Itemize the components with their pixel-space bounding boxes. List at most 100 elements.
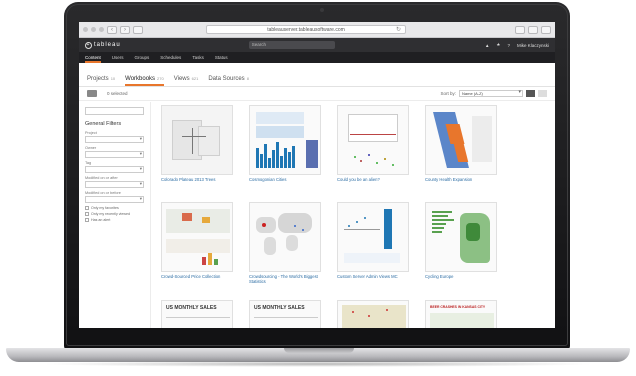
filter-modified-after: Modified on or after bbox=[85, 176, 144, 188]
alerts-icon[interactable]: ▲ bbox=[485, 43, 489, 48]
filter-label: Modified on or before bbox=[85, 191, 121, 195]
workbook-title[interactable]: Cycling Europe bbox=[425, 274, 497, 279]
header-actions: ▲ ★ ? Mike Klaczynski bbox=[485, 42, 549, 48]
alert-checkbox[interactable]: Has an alert bbox=[85, 218, 144, 222]
app-header: + tableau Search ▲ ★ ? Mike Klaczynski bbox=[79, 38, 555, 52]
workbook-card[interactable]: Crowd-Sourced Price Collection bbox=[161, 202, 233, 279]
workbook-title[interactable]: Colorado Plateau 2013 Trees bbox=[161, 177, 233, 182]
workbook-grid: Colorado Plateau 2013 Trees Cosmogonian … bbox=[151, 102, 555, 328]
tab-label: Data Sources bbox=[208, 76, 245, 82]
workbook-title[interactable]: County Health Expansion bbox=[425, 177, 497, 182]
tabs-icon[interactable] bbox=[528, 25, 538, 34]
grid-view-button[interactable] bbox=[526, 90, 535, 97]
workbook-thumbnail[interactable] bbox=[249, 105, 321, 175]
user-menu[interactable]: Mike Klaczynski bbox=[517, 43, 549, 48]
workbook-title[interactable]: Custom Server Admin Views MC bbox=[337, 274, 409, 279]
favorites-checkbox[interactable]: Only my favorites bbox=[85, 206, 144, 210]
filter-label: Modified on or after bbox=[85, 176, 118, 180]
workbook-card[interactable]: Custom Server Admin Views MC bbox=[337, 202, 409, 279]
workbook-card[interactable]: US MONTHLY SALES bbox=[249, 300, 321, 328]
workbook-card[interactable]: BEER CRASHES IN KANSAS CITY bbox=[425, 300, 497, 328]
tab-count: 621 bbox=[191, 76, 199, 81]
tab-data-sources[interactable]: Data Sources 8 bbox=[208, 76, 249, 86]
select-all-checkbox[interactable] bbox=[87, 90, 97, 97]
checkbox-box[interactable] bbox=[85, 206, 89, 210]
settings-icon[interactable] bbox=[541, 25, 551, 34]
workbook-card[interactable]: Could you be an alien? bbox=[337, 105, 409, 182]
help-icon[interactable]: ? bbox=[507, 43, 510, 48]
workbook-thumbnail[interactable] bbox=[161, 105, 233, 175]
tab-label: Workbooks bbox=[125, 76, 156, 82]
filters-title: General Filters bbox=[85, 121, 122, 127]
laptop-scene: ‹ › tableauserver.tableausoftware.com ↻ … bbox=[0, 0, 636, 376]
address-bar[interactable]: tableauserver.tableausoftware.com ↻ bbox=[206, 25, 406, 34]
workbook-title[interactable]: Cosmogonian Cities bbox=[249, 177, 321, 182]
filter-tag: Tag bbox=[85, 161, 144, 173]
tab-count: 8 bbox=[246, 76, 249, 81]
tableau-logo[interactable]: + tableau bbox=[85, 41, 121, 49]
tab-workbooks[interactable]: Workbooks 270 bbox=[125, 76, 164, 86]
nav-tab-users[interactable]: Users bbox=[112, 55, 124, 63]
thumbnail-heading: BEER CRASHES IN KANSAS CITY bbox=[430, 305, 486, 309]
workbook-card[interactable]: Cycling Europe bbox=[425, 202, 497, 279]
workbook-thumbnail[interactable] bbox=[425, 202, 497, 272]
tab-count: 10 bbox=[110, 76, 116, 81]
workbook-title[interactable]: Could you be an alien? bbox=[337, 177, 409, 182]
share-icon[interactable] bbox=[515, 25, 525, 34]
laptop-notch bbox=[284, 348, 354, 353]
workbook-title[interactable]: Crowdsourcing - The World's Biggest Stat… bbox=[249, 274, 321, 284]
window-minimize-icon[interactable] bbox=[91, 27, 96, 32]
workbook-title[interactable]: Crowd-Sourced Price Collection bbox=[161, 274, 233, 279]
filter-label: Owner bbox=[85, 146, 97, 150]
tab-views[interactable]: Views 621 bbox=[174, 76, 199, 86]
workbook-thumbnail[interactable]: BEER CRASHES IN KANSAS CITY bbox=[425, 300, 497, 328]
workbook-card[interactable] bbox=[337, 300, 409, 328]
filter-search-input[interactable] bbox=[85, 107, 144, 115]
tab-projects[interactable]: Projects 10 bbox=[87, 76, 115, 86]
workbook-card[interactable]: US MONTHLY SALES bbox=[161, 300, 233, 328]
window-close-icon[interactable] bbox=[83, 27, 88, 32]
checkbox-label: Has an alert bbox=[91, 218, 111, 222]
nav-tab-content[interactable]: Content bbox=[85, 55, 101, 63]
workbook-card[interactable]: Crowdsourcing - The World's Biggest Stat… bbox=[249, 202, 321, 284]
workbook-thumbnail[interactable]: US MONTHLY SALES bbox=[249, 300, 321, 328]
browser-actions bbox=[515, 25, 551, 34]
filter-select[interactable] bbox=[85, 181, 144, 188]
checkbox-box[interactable] bbox=[85, 212, 89, 216]
search-input[interactable]: Search bbox=[248, 41, 335, 49]
workbook-card[interactable]: County Health Expansion bbox=[425, 105, 497, 182]
filter-select[interactable] bbox=[85, 151, 144, 158]
reload-icon[interactable]: ↻ bbox=[396, 26, 401, 34]
favorites-icon[interactable]: ★ bbox=[496, 42, 500, 48]
workbook-thumbnail[interactable] bbox=[337, 202, 409, 272]
nav-tab-schedules[interactable]: Schedules bbox=[160, 55, 181, 63]
workbook-card[interactable]: Colorado Plateau 2013 Trees bbox=[161, 105, 233, 182]
content-toolbar: 0 selected Sort by: Name (A-Z) bbox=[79, 87, 555, 101]
selection-count: 0 selected bbox=[107, 91, 128, 96]
browser-forward-button[interactable]: › bbox=[120, 25, 130, 34]
list-view-button[interactable] bbox=[538, 90, 547, 97]
filter-select[interactable] bbox=[85, 136, 144, 143]
checkbox-box[interactable] bbox=[85, 218, 89, 222]
camera-icon bbox=[320, 8, 324, 12]
recent-checkbox[interactable]: Only my recently viewed bbox=[85, 212, 144, 216]
workbook-thumbnail[interactable] bbox=[337, 105, 409, 175]
workbook-thumbnail[interactable] bbox=[337, 300, 409, 328]
nav-tab-tasks[interactable]: Tasks bbox=[192, 55, 204, 63]
filter-select[interactable] bbox=[85, 196, 144, 203]
nav-tab-groups[interactable]: Groups bbox=[135, 55, 150, 63]
sidebar-toggle-icon[interactable] bbox=[133, 25, 143, 34]
workbook-thumbnail[interactable]: US MONTHLY SALES bbox=[161, 300, 233, 328]
sort-select[interactable]: Name (A-Z) bbox=[459, 90, 523, 97]
nav-tab-status[interactable]: Status bbox=[215, 55, 228, 63]
window-maximize-icon[interactable] bbox=[99, 27, 104, 32]
thumbnail-heading: US MONTHLY SALES bbox=[254, 305, 305, 311]
checkbox-label: Only my favorites bbox=[91, 206, 119, 210]
filter-label: Project bbox=[85, 131, 97, 135]
workbook-thumbnail[interactable] bbox=[425, 105, 497, 175]
workbook-thumbnail[interactable] bbox=[161, 202, 233, 272]
filter-select[interactable] bbox=[85, 166, 144, 173]
workbook-card[interactable]: Cosmogonian Cities bbox=[249, 105, 321, 182]
workbook-thumbnail[interactable] bbox=[249, 202, 321, 272]
browser-back-button[interactable]: ‹ bbox=[107, 25, 117, 34]
